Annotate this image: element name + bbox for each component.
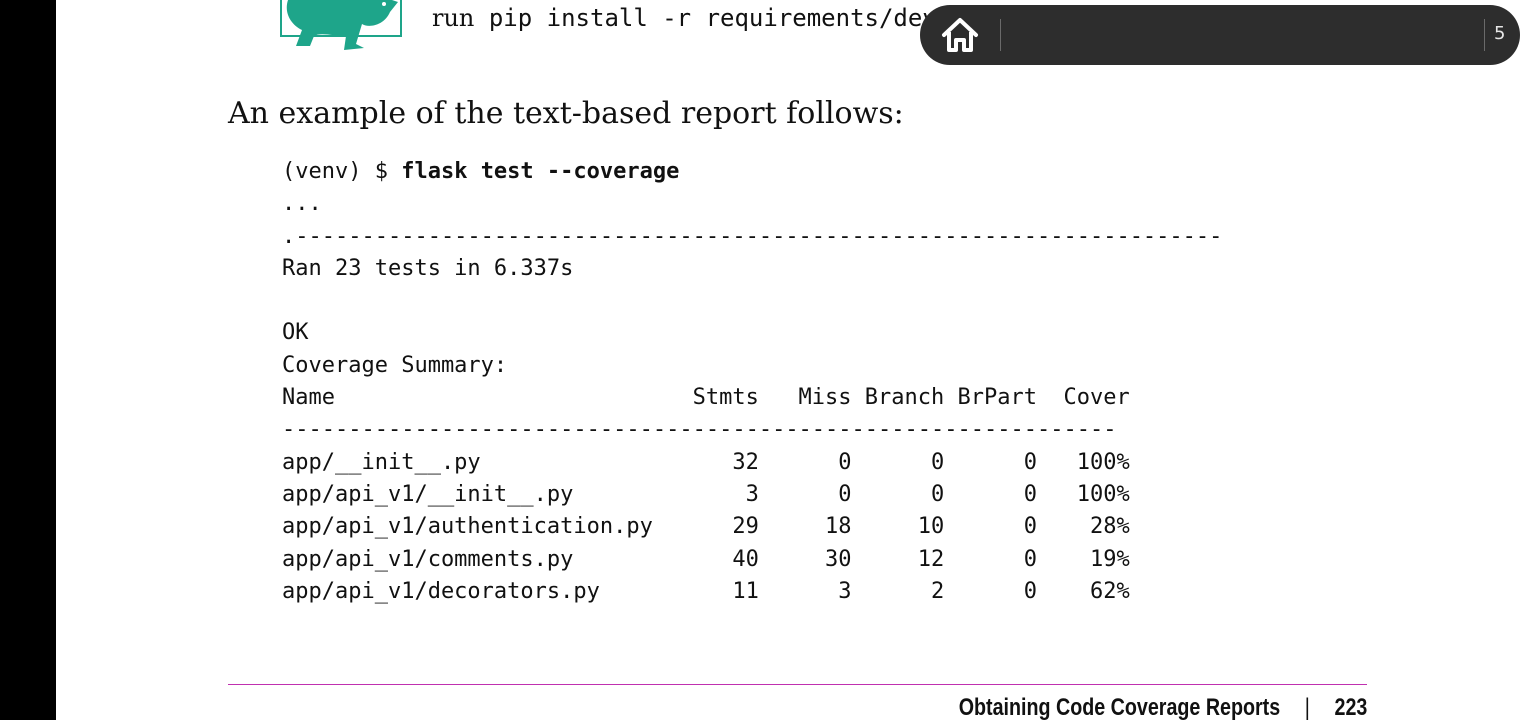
coverage-table-row: app/api_v1/comments.py 40 30 12 0 19% xyxy=(282,546,1130,572)
coverage-table-row: app/api_v1/decorators.py 11 3 2 0 62% xyxy=(282,578,1130,604)
terminal-line: OK xyxy=(282,320,309,346)
footer-page-number: 223 xyxy=(1334,694,1367,720)
toolbar-divider xyxy=(1000,19,1001,51)
home-button[interactable] xyxy=(938,13,982,57)
reader-toolbar: 5 xyxy=(920,5,1520,65)
terminal-prompt: (venv) $ xyxy=(282,159,402,184)
coverage-table-divider: ----------------------------------------… xyxy=(282,417,1117,443)
terminal-line: .---------------------------------------… xyxy=(282,223,1223,249)
footer-section-title: Obtaining Code Coverage Reports xyxy=(958,694,1280,720)
terminal-command: flask test --coverage xyxy=(401,159,680,184)
intro-paragraph: An example of the text-based report foll… xyxy=(228,96,904,131)
ebook-page: run pip install -r requirements/dev.txt.… xyxy=(56,0,1520,720)
tip-animal-icon xyxy=(280,0,402,50)
page-footer: Obtaining Code Coverage Reports | 223 xyxy=(958,694,1367,720)
toolbar-divider xyxy=(1484,19,1485,51)
terminal-line: ... xyxy=(282,191,322,217)
footer-separator: | xyxy=(1304,694,1310,720)
terminal-output: (venv) $ flask test --coverage... .------… xyxy=(282,156,1222,608)
tip-prefix: run xyxy=(432,4,475,32)
terminal-line: Coverage Summary: xyxy=(282,352,508,378)
footer-rule xyxy=(228,684,1367,685)
home-icon xyxy=(942,18,978,52)
coverage-table-row: app/api_v1/__init__.py 3 0 0 0 100% xyxy=(282,481,1130,507)
page-indicator[interactable]: 5 xyxy=(1494,23,1505,44)
terminal-command-line: (venv) $ flask test --coverage xyxy=(282,156,1222,188)
terminal-line: Ran 23 tests in 6.337s xyxy=(282,255,574,281)
coverage-table-header: Name Stmts Miss Branch BrPart Cover xyxy=(282,385,1130,411)
coverage-table-row: app/api_v1/authentication.py 29 18 10 0 … xyxy=(282,514,1130,540)
coverage-table-row: app/__init__.py 32 0 0 0 100% xyxy=(282,449,1130,475)
